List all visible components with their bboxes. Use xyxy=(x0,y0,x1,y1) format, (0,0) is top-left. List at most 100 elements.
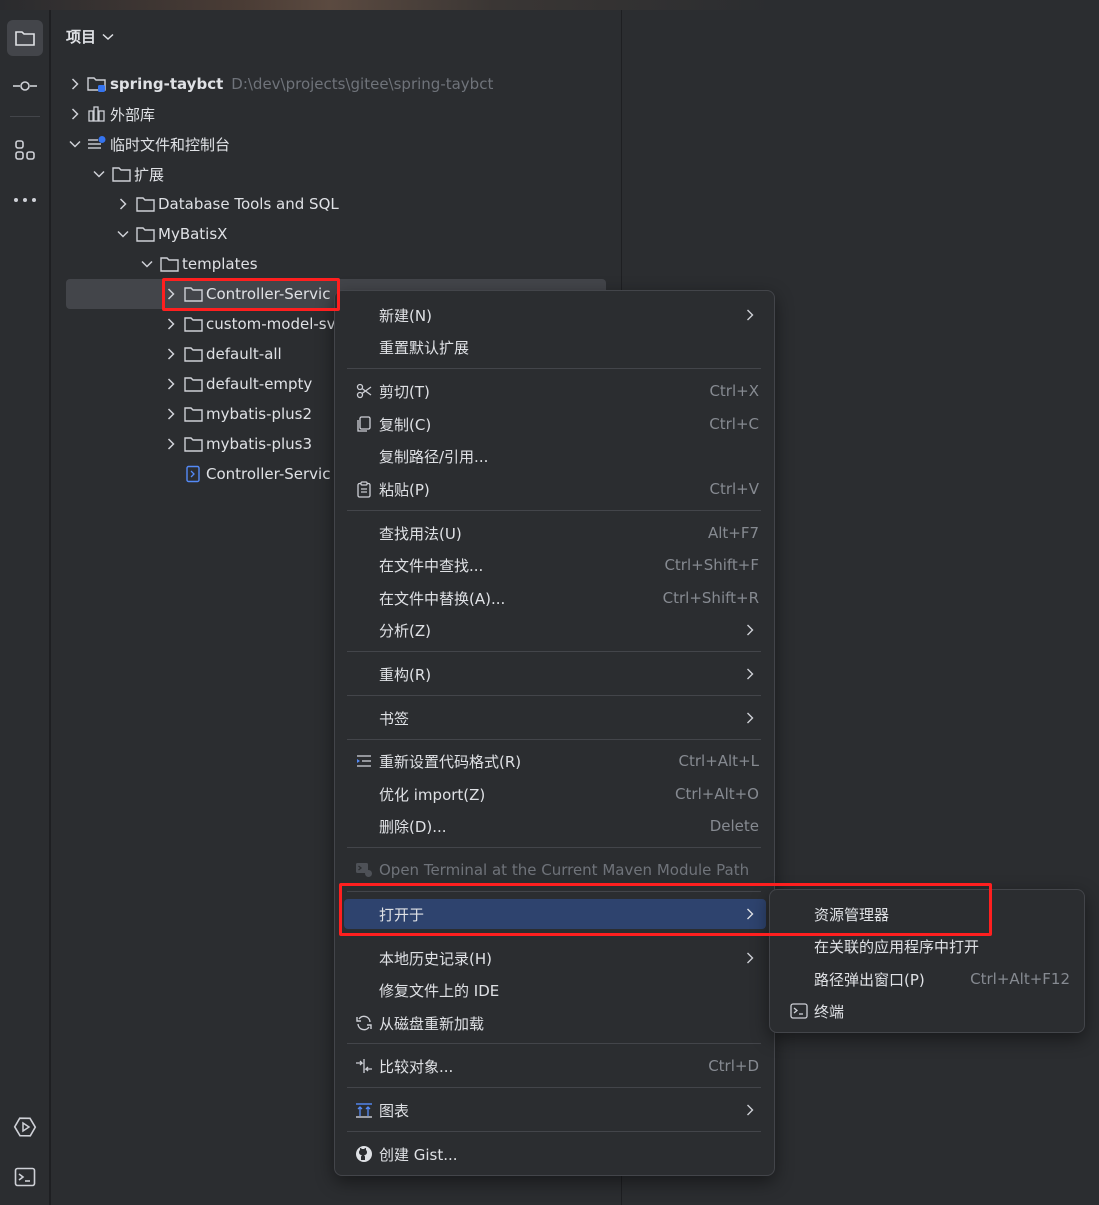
menu-item-copy-path[interactable]: 复制路径/引用... xyxy=(344,441,766,471)
menu-item-label: Open Terminal at the Current Maven Modul… xyxy=(379,861,750,879)
scissors-icon xyxy=(354,381,374,401)
folder-icon xyxy=(135,195,155,213)
library-icon xyxy=(87,105,107,123)
tree-item-label: 临时文件和控制台 xyxy=(110,135,231,154)
menu-item-label: 复制(C) xyxy=(379,415,432,434)
tree-item-database-tools[interactable]: Database Tools and SQL xyxy=(51,189,621,219)
terminal-tool-button[interactable] xyxy=(7,1159,43,1195)
folder-icon xyxy=(183,405,203,423)
copy-icon xyxy=(354,414,374,434)
folder-icon xyxy=(135,225,155,243)
tree-item-templates[interactable]: templates xyxy=(51,249,621,279)
menu-item-bookmarks[interactable]: 书签 xyxy=(344,703,766,733)
menu-separator xyxy=(347,847,761,848)
tree-item-label: 外部库 xyxy=(110,105,156,124)
chevron-right-icon[interactable] xyxy=(163,316,179,332)
menu-item-reset-extensions[interactable]: 重置默认扩展 xyxy=(344,332,766,362)
menu-item-find-usages[interactable]: 查找用法(U) Alt+F7 xyxy=(344,518,766,548)
menu-separator xyxy=(347,651,761,652)
chevron-right-icon xyxy=(746,623,756,637)
menu-item-label: 重置默认扩展 xyxy=(379,338,470,357)
menu-item-label: 在文件中查找... xyxy=(379,556,484,575)
menu-separator xyxy=(347,695,761,696)
tree-item-spring-taybct[interactable]: spring-taybct D:\dev\projects\gitee\spri… xyxy=(51,69,621,99)
chevron-right-icon xyxy=(746,951,756,965)
menu-item-label: 从磁盘重新加载 xyxy=(379,1014,485,1033)
folder-icon xyxy=(183,345,203,363)
terminal-icon xyxy=(789,1001,809,1021)
tree-item-scratches[interactable]: 临时文件和控制台 xyxy=(51,129,621,159)
services-tool-button[interactable] xyxy=(7,1109,43,1145)
menu-item-copy[interactable]: 复制(C) Ctrl+C xyxy=(344,409,766,439)
chevron-right-icon[interactable] xyxy=(163,436,179,452)
chevron-down-icon[interactable] xyxy=(115,226,131,242)
chevron-right-icon[interactable] xyxy=(163,346,179,362)
menu-item-compare-with[interactable]: 比较对象... Ctrl+D xyxy=(344,1051,766,1081)
menu-item-optimize-imports[interactable]: 优化 import(Z) Ctrl+Alt+O xyxy=(344,779,766,809)
menu-item-label: 复制路径/引用... xyxy=(379,447,489,466)
submenu-item-terminal[interactable]: 终端 xyxy=(779,996,1077,1026)
chevron-right-icon[interactable] xyxy=(67,106,83,122)
menu-item-cut[interactable]: 剪切(T) Ctrl+X xyxy=(344,376,766,406)
menu-item-refactor[interactable]: 重构(R) xyxy=(344,659,766,689)
chevron-down-icon[interactable] xyxy=(139,256,155,272)
tool-window-strip xyxy=(0,10,50,1205)
chevron-right-icon[interactable] xyxy=(163,406,179,422)
menu-item-label: 终端 xyxy=(814,1002,845,1021)
tree-item-mybatisx[interactable]: MyBatisX xyxy=(51,219,621,249)
menu-item-find-in-files[interactable]: 在文件中查找... Ctrl+Shift+F xyxy=(344,550,766,580)
menu-item-create-gist[interactable]: 创建 Gist... xyxy=(344,1139,766,1169)
chevron-right-icon[interactable] xyxy=(115,196,131,212)
tree-item-label: templates xyxy=(182,255,258,273)
menu-separator xyxy=(347,1087,761,1088)
structure-icon xyxy=(15,140,35,160)
folder-icon xyxy=(111,165,131,183)
chevron-right-icon[interactable] xyxy=(163,376,179,392)
menu-item-diagrams[interactable]: 图表 xyxy=(344,1095,766,1125)
commit-tool-button[interactable] xyxy=(7,68,43,104)
menu-item-shortcut: Ctrl+Alt+O xyxy=(675,785,759,803)
tree-item-label: spring-taybct xyxy=(110,75,224,93)
submenu-item-path-popup[interactable]: 路径弹出窗口(P) Ctrl+Alt+F12 xyxy=(779,964,1077,994)
highlight-box-selected-folder xyxy=(162,278,340,311)
folder-icon xyxy=(183,375,203,393)
folder-icon xyxy=(15,31,35,46)
tree-item-extensions[interactable]: 扩展 xyxy=(51,159,621,189)
context-menu: 新建(N) 重置默认扩展 剪切(T) Ctrl+X 复制(C) Ctrl+C 复… xyxy=(334,290,775,1176)
menu-item-label: 书签 xyxy=(379,709,410,728)
menu-item-label: 重构(R) xyxy=(379,665,432,684)
menu-item-new[interactable]: 新建(N) xyxy=(344,300,766,330)
menu-separator xyxy=(347,368,761,369)
menu-item-shortcut: Ctrl+C xyxy=(709,415,759,433)
tree-item-label: mybatis-plus2 xyxy=(206,405,313,423)
menu-item-label: 粘贴(P) xyxy=(379,480,430,499)
menu-item-label: 创建 Gist... xyxy=(379,1145,458,1164)
menu-item-shortcut: Ctrl+V xyxy=(709,480,759,498)
menu-separator xyxy=(347,1131,761,1132)
chevron-right-icon[interactable] xyxy=(67,76,83,92)
menu-item-replace-in-files[interactable]: 在文件中替换(A)... Ctrl+Shift+R xyxy=(344,583,766,613)
tree-item-path: D:\dev\projects\gitee\spring-taybct xyxy=(231,75,494,93)
structure-tool-button[interactable] xyxy=(7,132,43,168)
tree-item-external-libraries[interactable]: 外部库 xyxy=(51,99,621,129)
folder-icon xyxy=(159,255,179,273)
menu-item-reformat-code[interactable]: 重新设置代码格式(R) Ctrl+Alt+L xyxy=(344,746,766,776)
menu-item-repair-ide[interactable]: 修复文件上的 IDE xyxy=(344,975,766,1005)
terminal-icon xyxy=(14,1167,36,1187)
chevron-down-icon[interactable] xyxy=(91,166,107,182)
menu-separator xyxy=(347,739,761,740)
more-tools-button[interactable] xyxy=(7,182,43,218)
toolstrip-divider xyxy=(10,116,40,117)
menu-item-shortcut: Alt+F7 xyxy=(707,524,759,542)
menu-item-local-history[interactable]: 本地历史记录(H) xyxy=(344,943,766,973)
folder-icon xyxy=(183,315,203,333)
menu-separator xyxy=(347,1043,761,1044)
menu-item-paste[interactable]: 粘贴(P) Ctrl+V xyxy=(344,474,766,504)
project-tool-button[interactable] xyxy=(7,20,43,56)
menu-item-delete[interactable]: 删除(D)... Delete xyxy=(344,811,766,841)
menu-item-analyze[interactable]: 分析(Z) xyxy=(344,615,766,645)
commit-icon xyxy=(13,81,37,91)
menu-item-reload-from-disk[interactable]: 从磁盘重新加载 xyxy=(344,1008,766,1038)
chevron-down-icon[interactable] xyxy=(67,136,83,152)
services-icon xyxy=(13,1117,37,1137)
